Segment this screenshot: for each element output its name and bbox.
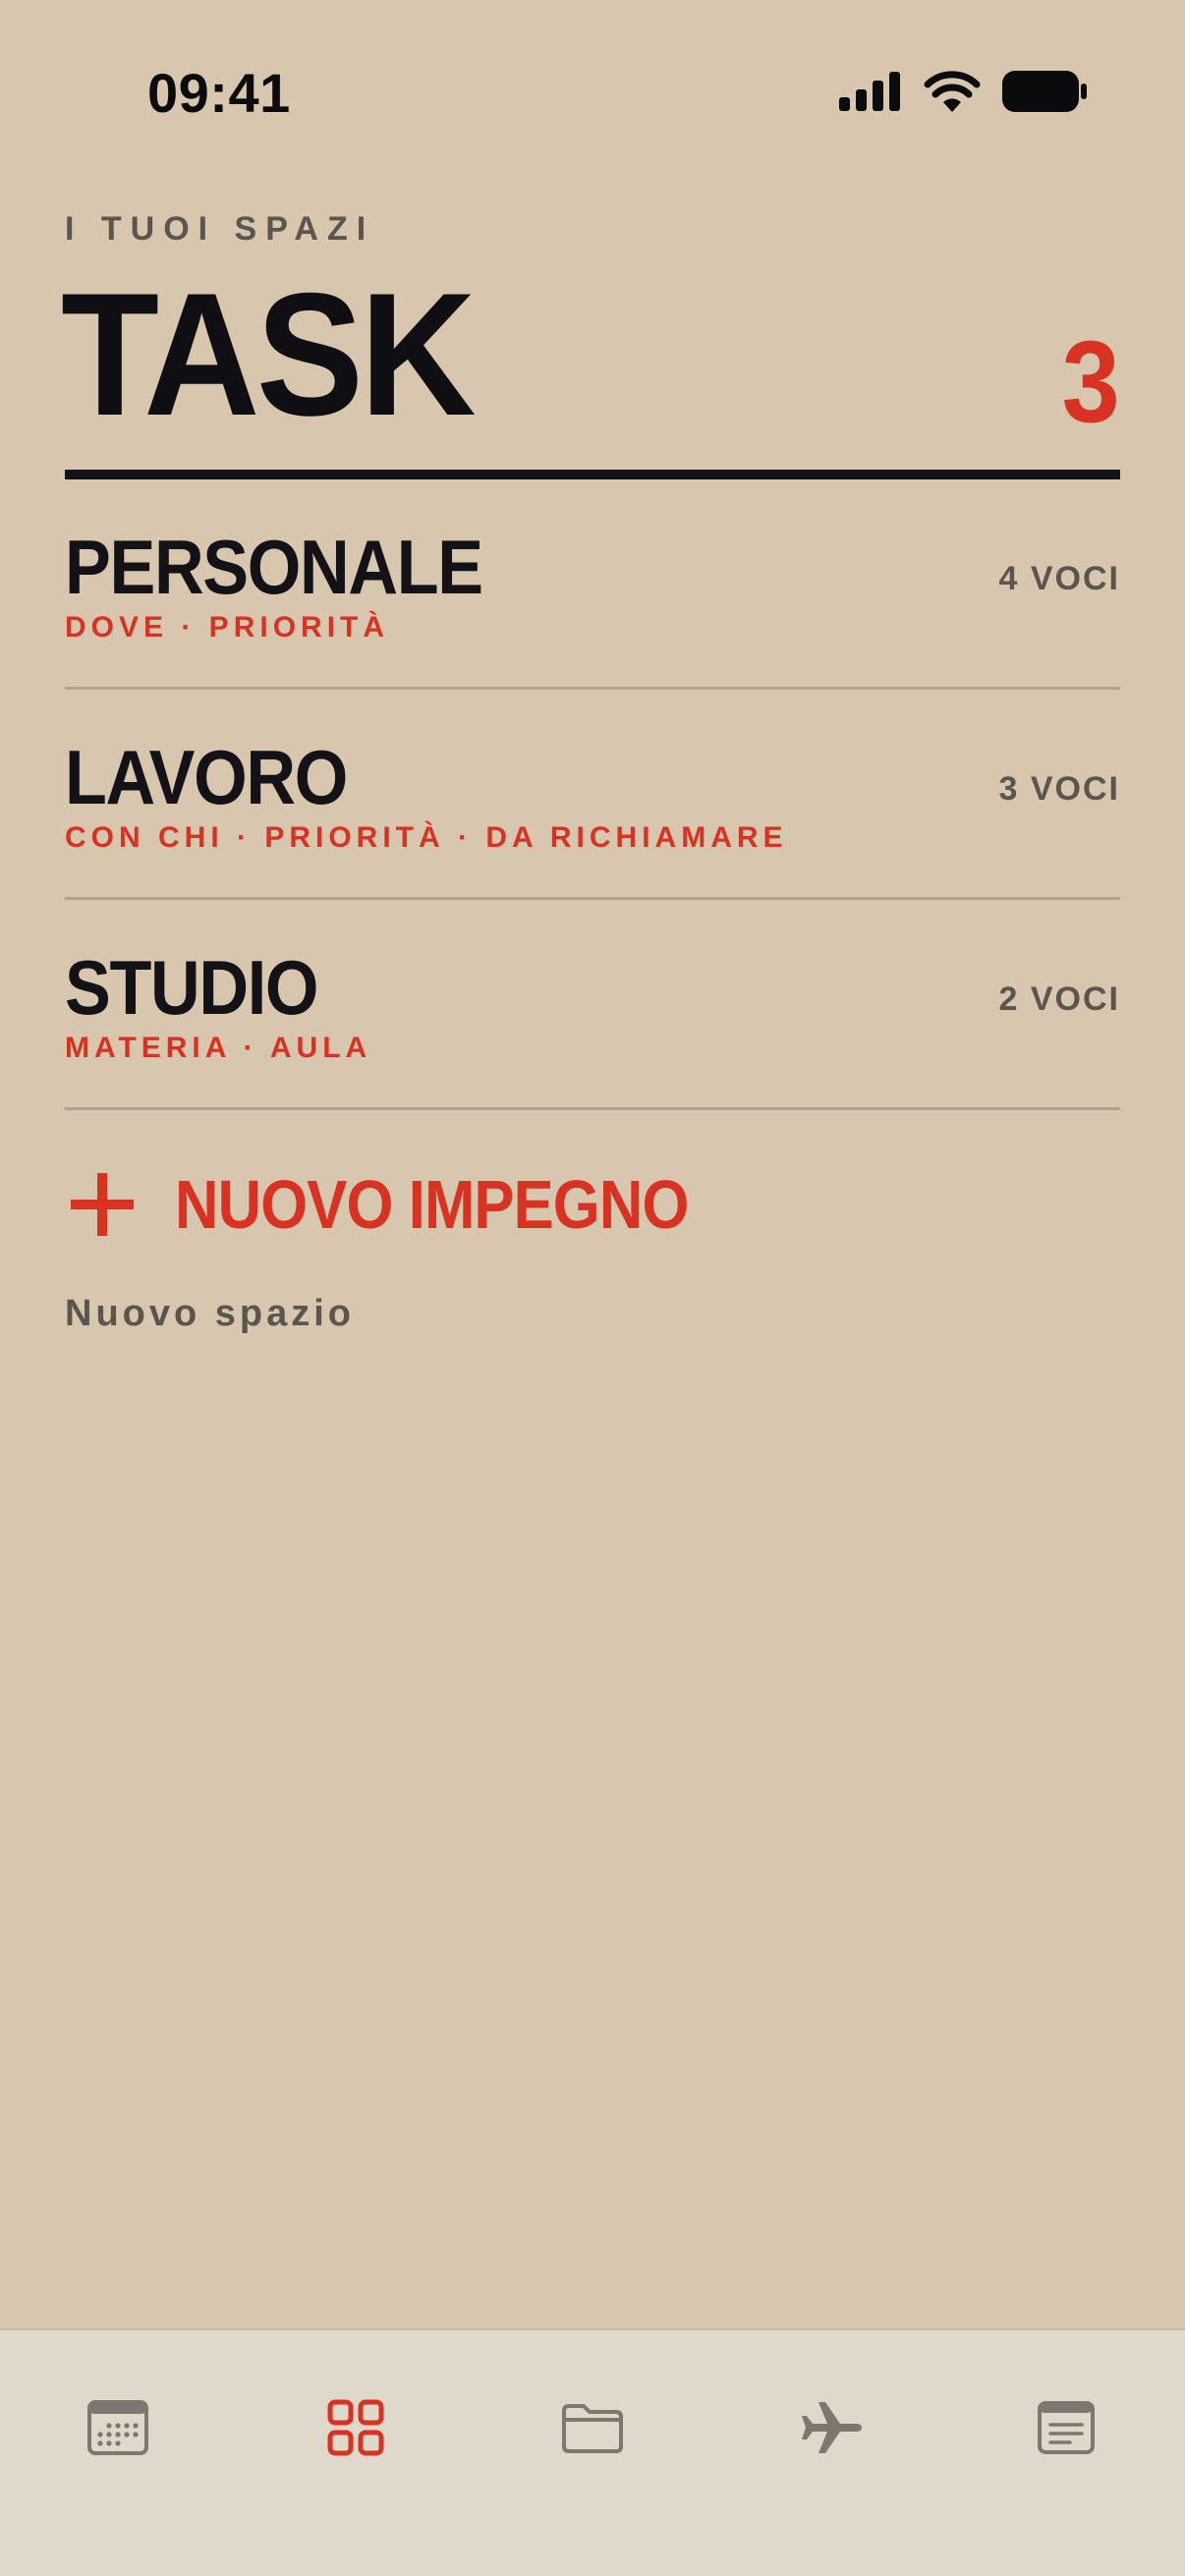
space-item-studio[interactable]: STUDIO MATERIA · AULA 2 VOCI (65, 900, 1120, 1110)
new-commitment-label: NUOVO IMPEGNO (175, 1166, 689, 1243)
space-name: STUDIO (65, 944, 318, 1031)
status-icons (839, 71, 1087, 112)
space-name: LAVORO (65, 734, 348, 820)
tab-spaces[interactable] (297, 2374, 415, 2482)
grid-icon (327, 2399, 384, 2456)
new-commitment-button[interactable]: NUOVO IMPEGNO (65, 1167, 759, 1242)
space-item-personale[interactable]: PERSONALE DOVE · PRIORITÀ 4 VOCI (65, 479, 1120, 690)
tab-bar (0, 2328, 1185, 2576)
space-item-count: 3 VOCI (998, 770, 1120, 808)
page-title: TASK (61, 256, 477, 452)
section-eyebrow: I TUOI SPAZI (65, 210, 375, 248)
plus-icon (71, 1173, 134, 1236)
status-bar: 09:41 (0, 0, 1185, 167)
tab-travel[interactable] (772, 2374, 890, 2482)
title-divider (65, 470, 1120, 479)
folder-icon (562, 2404, 623, 2453)
battery-icon (1002, 71, 1087, 112)
space-item-count: 4 VOCI (998, 560, 1120, 597)
wifi-icon (924, 71, 981, 112)
space-tags: CON CHI · PRIORITÀ · DA RICHIAMARE (65, 821, 788, 854)
new-space-link[interactable]: Nuovo spazio (65, 1293, 355, 1335)
tab-calendar[interactable] (59, 2374, 177, 2482)
space-name: PERSONALE (65, 524, 483, 610)
status-time: 09:41 (147, 62, 291, 124)
space-item-lavoro[interactable]: LAVORO CON CHI · PRIORITÀ · DA RICHIAMAR… (65, 690, 1120, 900)
spaces-count-badge: 3 (1061, 317, 1120, 447)
notes-icon (1038, 2401, 1095, 2454)
tab-notes[interactable] (1007, 2374, 1125, 2482)
space-tags: MATERIA · AULA (65, 1032, 372, 1064)
spaces-list: PERSONALE DOVE · PRIORITÀ 4 VOCI LAVORO … (65, 479, 1120, 1110)
signal-icon (839, 72, 900, 111)
space-tags: DOVE · PRIORITÀ (65, 611, 390, 644)
calendar-icon (87, 2400, 148, 2455)
airplane-icon (802, 2402, 862, 2453)
space-item-count: 2 VOCI (998, 980, 1120, 1018)
tab-folders[interactable] (534, 2374, 651, 2482)
